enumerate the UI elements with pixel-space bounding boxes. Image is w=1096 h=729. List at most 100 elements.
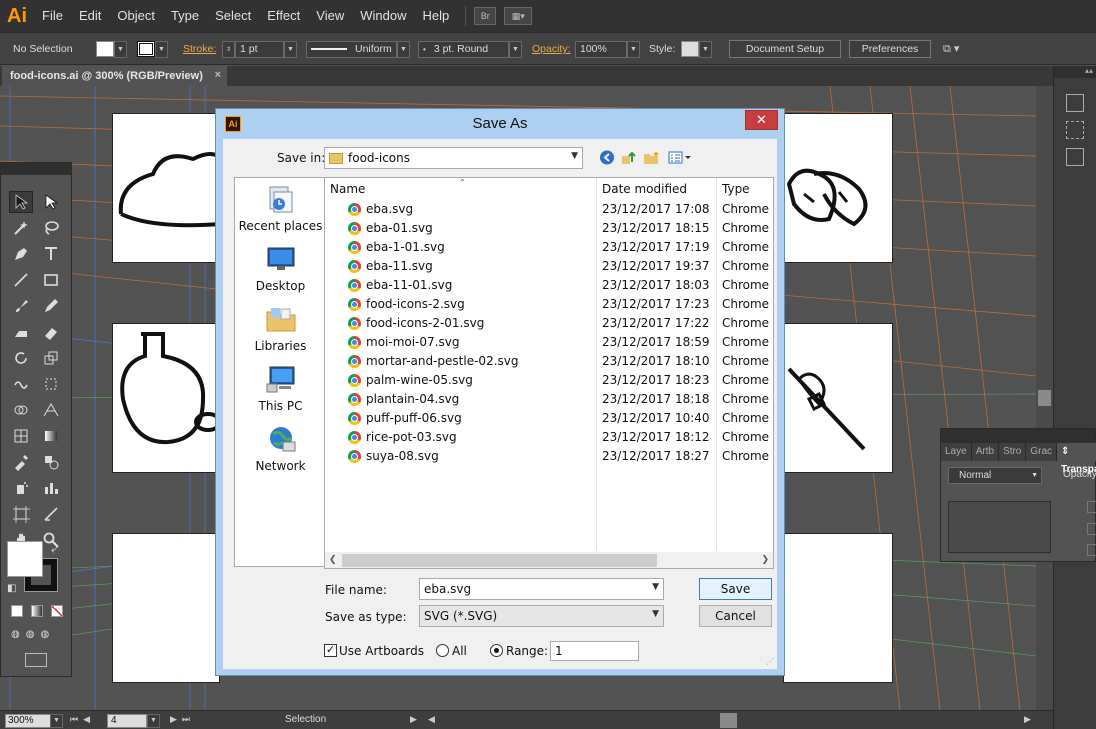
brush-field[interactable]: • 3 pt. Round [418,40,509,58]
use-artboards-checkbox[interactable]: ✓ [324,644,337,657]
back-icon[interactable] [599,150,616,165]
default-colors-icon[interactable]: ◧ [7,583,16,594]
bridge-button[interactable]: Br [474,7,497,25]
range-input[interactable]: 1 [550,641,639,661]
file-row[interactable]: eba-1-01.svg 23/12/2017 17:19 Chrome H [325,238,773,257]
scale-tool-icon[interactable] [39,347,63,369]
all-radio[interactable] [436,644,449,657]
artboard-suya[interactable] [783,323,893,473]
file-name-input[interactable]: eba.svg ▼ [419,578,664,600]
option-checkbox[interactable] [1087,501,1096,513]
menu-object[interactable]: Object [109,0,163,32]
warp-tool-icon[interactable] [9,373,33,395]
chevron-down-icon[interactable]: ▼ [397,40,410,58]
chevron-down-icon[interactable]: ▼ [155,40,168,58]
view-menu-icon[interactable] [668,150,694,165]
first-prev-artboard-icon[interactable]: ⏮◀ [70,714,95,725]
save-button[interactable]: Save [699,578,772,600]
panel-header[interactable] [941,429,1095,443]
dialog-titlebar[interactable]: Save As Ai ✕ [216,109,784,139]
scroll-left-icon[interactable]: ❮ [329,554,337,565]
collapse-panels-icon[interactable]: ▴▴ [1054,66,1096,78]
menu-help[interactable]: Help [414,0,457,32]
vertical-scrollbar-thumb[interactable] [1038,390,1051,406]
variable-width-profile[interactable]: Uniform ▼ [306,40,410,58]
perspective-grid-tool-icon[interactable] [39,399,63,421]
document-tab[interactable]: food-icons.ai @ 300% (RGB/Preview) × [2,66,227,86]
save-as-type-dropdown[interactable]: SVG (*.SVG) ▼ [419,605,664,627]
rectangle-tool-icon[interactable] [39,269,63,291]
chevron-down-icon[interactable]: ▼ [699,40,712,58]
magic-wand-tool-icon[interactable] [9,217,33,239]
stroke-label[interactable]: Stroke: [183,40,216,58]
tab-artboards[interactable]: Artb [972,443,1000,461]
place-libraries[interactable]: Libraries [235,304,326,353]
file-row[interactable]: suya-08.svg 23/12/2017 18:27 Chrome H [325,447,773,466]
stroke-control[interactable]: ▼ [137,40,168,58]
place-desktop[interactable]: Desktop [235,244,326,293]
screen-mode-icon[interactable] [25,653,47,667]
menu-select[interactable]: Select [207,0,259,32]
status-text[interactable]: Selection [285,714,326,725]
status-menu-icon[interactable]: ▶ [410,714,417,725]
file-row[interactable]: puff-puff-06.svg 23/12/2017 10:40 Chrome H [325,409,773,428]
menu-effect[interactable]: Effect [259,0,308,32]
file-row[interactable]: palm-wine-05.svg 23/12/2017 18:23 Chrome H [325,371,773,390]
next-last-artboard-icon[interactable]: ▶⏭ [170,714,195,725]
file-row[interactable]: moi-moi-07.svg 23/12/2017 18:59 Chrome H [325,333,773,352]
stroke-swatch[interactable] [137,41,155,57]
type-tool-icon[interactable] [39,243,63,265]
arrange-documents-icon[interactable]: ⧉ ▾ [943,40,959,58]
menu-file[interactable]: File [34,0,71,32]
pencil-tool-icon[interactable] [39,295,63,317]
fill-color-front[interactable] [7,541,43,577]
scroll-left-icon[interactable]: ◀ [428,714,435,725]
direct-selection-tool-icon[interactable] [39,191,63,213]
file-row[interactable]: rice-pot-03.svg 23/12/2017 18:12 Chrome H [325,428,773,447]
tab-stroke[interactable]: Stro [999,443,1027,461]
artboard-number-field[interactable]: 4 [107,714,147,728]
chevron-down-icon[interactable]: ▼ [652,582,659,592]
chevron-down-icon[interactable]: ▼ [627,40,640,58]
free-transform-tool-icon[interactable] [39,373,63,395]
drawing-modes-icon[interactable]: ◍◍◍ [11,629,55,640]
scroll-right-icon[interactable]: ▶ [1024,714,1031,725]
mesh-tool-icon[interactable] [9,425,33,447]
brush-definition[interactable]: • 3 pt. Round ▼ [418,40,522,58]
blob-brush-tool-icon[interactable] [9,321,33,343]
file-row[interactable]: eba.svg 23/12/2017 17:08 Chrome H [325,200,773,219]
artboard-plantain[interactable] [783,113,893,263]
gradient-tool-icon[interactable] [39,425,63,447]
tools-panel-header[interactable] [1,163,71,175]
artboard-eba[interactable] [112,113,223,263]
place-network[interactable]: Network [235,424,326,473]
file-row[interactable]: mortar-and-pestle-02.svg 23/12/2017 18:10… [325,352,773,371]
tab-transparency[interactable]: ⇕ Transpa [1057,443,1096,475]
align-panel-icon[interactable] [1066,121,1084,139]
pathfinder-panel-icon[interactable] [1066,148,1084,166]
column-header-type[interactable]: Type [722,178,750,200]
preferences-button[interactable]: Preferences [849,40,931,58]
opacity-control[interactable]: 100% ▼ [575,40,640,58]
tab-gradient[interactable]: Grac [1026,443,1058,461]
place-this-pc[interactable]: This PC [235,364,326,413]
selection-tool-icon[interactable] [9,191,33,213]
fill-swatch[interactable] [96,41,114,57]
artboard-bottom-right[interactable] [783,533,893,683]
cancel-button[interactable]: Cancel [699,605,772,627]
menu-window[interactable]: Window [352,0,414,32]
style-control[interactable]: ▼ [681,40,712,58]
paintbrush-tool-icon[interactable] [9,295,33,317]
column-header-name[interactable]: Name [330,178,365,200]
eyedropper-tool-icon[interactable] [9,451,33,473]
menu-view[interactable]: View [308,0,352,32]
slice-tool-icon[interactable] [39,503,63,525]
gradient-mode-icon[interactable] [31,605,43,617]
profile-field[interactable]: Uniform [306,40,397,58]
rotate-tool-icon[interactable] [9,347,33,369]
option-checkbox[interactable] [1087,544,1096,556]
artboard-bottom-left[interactable] [112,533,220,683]
scroll-right-icon[interactable]: ❯ [761,554,769,565]
shape-builder-tool-icon[interactable] [9,399,33,421]
save-in-dropdown[interactable]: food-icons ▼ [324,147,583,169]
